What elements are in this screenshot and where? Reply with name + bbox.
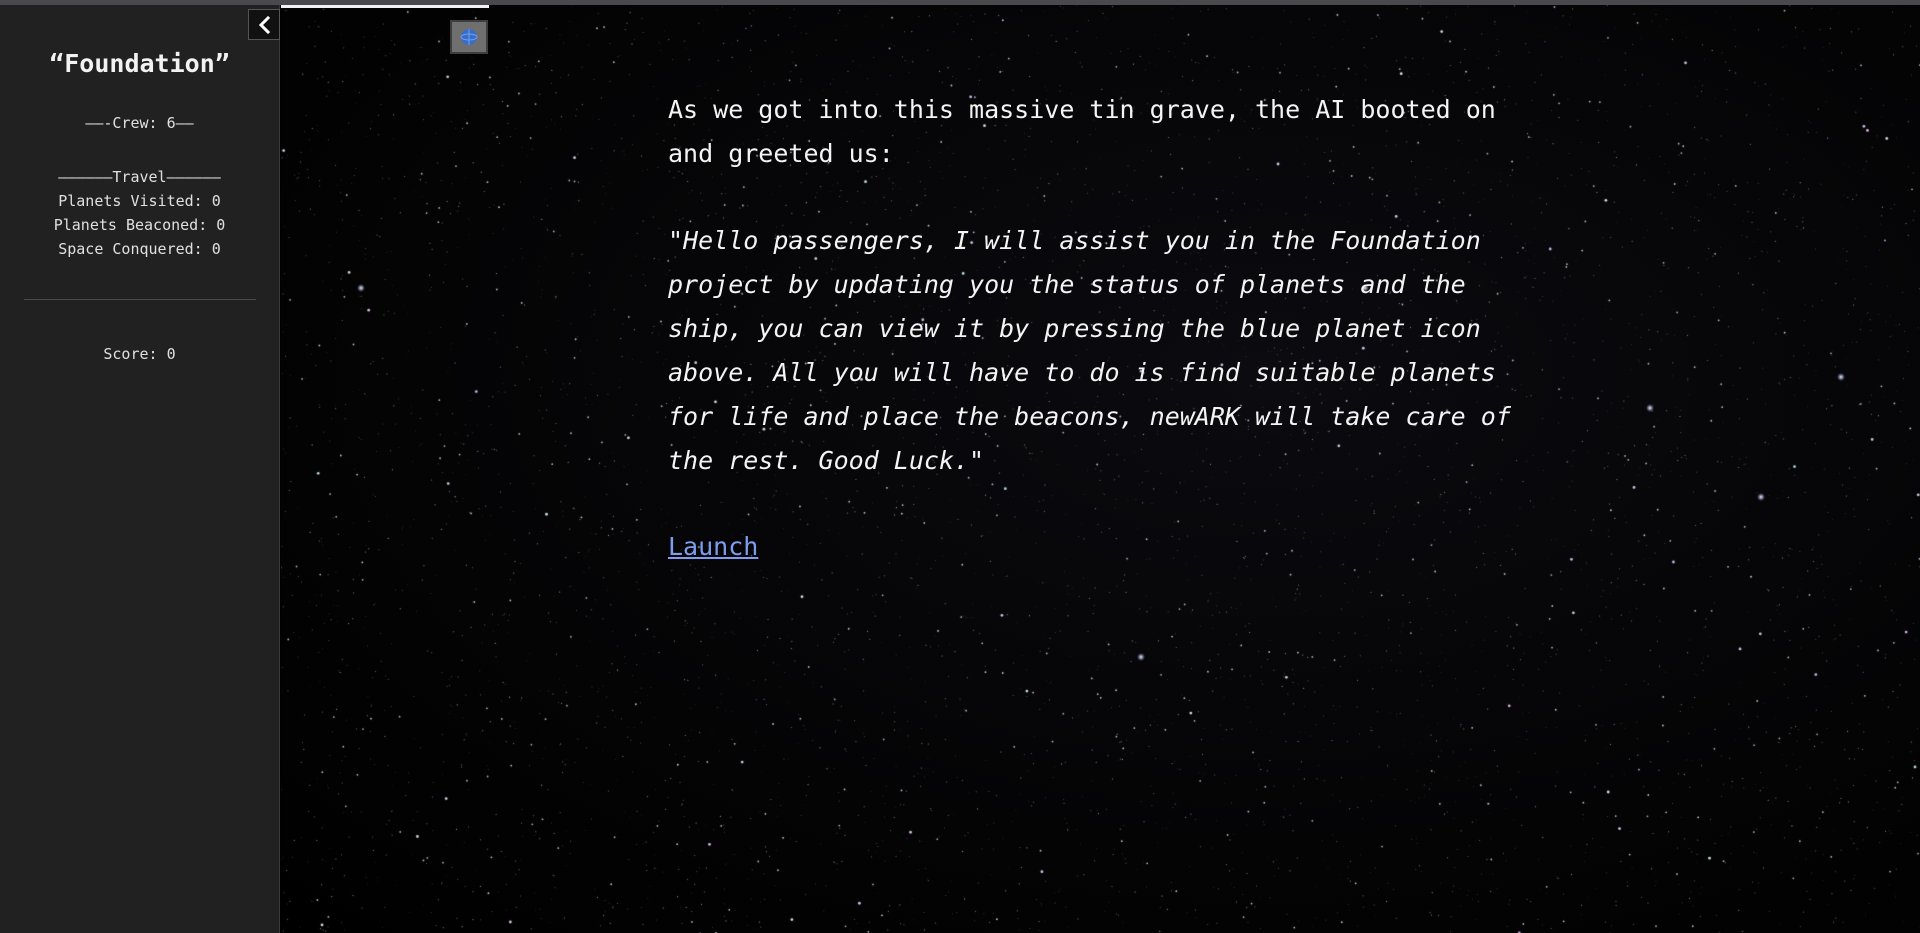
sidebar-toggle-button[interactable] (248, 9, 280, 40)
passage-intro: As we got into this massive tin grave, t… (668, 95, 1496, 168)
crew-count: ——-Crew: 6—— (85, 114, 194, 132)
planets-visited: Planets Visited: 0 (58, 192, 221, 210)
space-conquered: Space Conquered: 0 (58, 240, 221, 258)
planet-status-button[interactable] (450, 20, 488, 54)
chevron-left-icon (258, 15, 271, 34)
story-sidebar: “Foundation” ——-Crew: 6—— ——————Travel——… (0, 5, 280, 933)
planets-beaconed: Planets Beaconed: 0 (53, 216, 226, 234)
travel-stats: ——————Travel—————— Planets Visited: 0 Pl… (0, 165, 279, 261)
score: Score: 0 (103, 345, 176, 363)
travel-header: ——————Travel—————— (58, 168, 221, 186)
story-title: “Foundation” (49, 49, 230, 78)
sidebar-divider (23, 299, 256, 300)
launch-link[interactable]: Launch (668, 525, 758, 569)
progress-indicator (281, 5, 489, 8)
blue-planet-icon (460, 29, 478, 45)
story-passage: As we got into this massive tin grave, t… (668, 88, 1528, 569)
ai-greeting-quote: "Hello passengers, I will assist you in … (668, 226, 1511, 475)
